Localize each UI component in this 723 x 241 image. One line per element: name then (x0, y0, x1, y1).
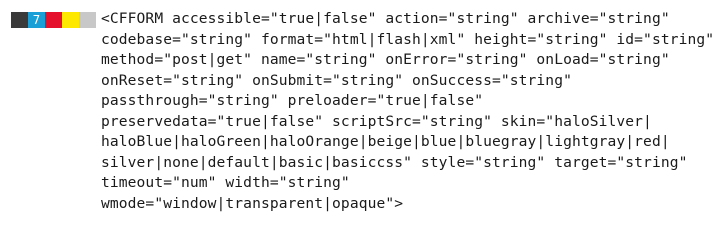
compat-segment-gray (79, 12, 96, 28)
syntax-block: <CFFORM accessible="true|false" action="… (101, 9, 721, 214)
syntax-line: wmode="window|transparent|opaque"> (101, 194, 404, 212)
syntax-line: passthrough="string" preloader="true|fal… (101, 92, 484, 109)
syntax-line: timeout="num" width="string" (101, 174, 350, 191)
syntax-line: method="post|get" name="string" onError=… (101, 51, 670, 68)
compat-segment-version: 7 (28, 12, 45, 28)
version-compatibility-bar: 7 (11, 12, 96, 28)
syntax-line: preservedata="true|false" scriptSrc="str… (101, 112, 652, 130)
syntax-line: haloBlue|haloGreen|haloOrange|beige|blue… (101, 133, 670, 150)
syntax-line: codebase="string" format="html|flash|xml… (101, 30, 715, 48)
compat-segment-dark (11, 12, 28, 28)
compat-segment-red (45, 12, 62, 28)
tag-syntax-entry: 7 <CFFORM accessible="true|false" action… (0, 0, 723, 241)
compat-segment-yellow (62, 12, 79, 28)
syntax-line: <CFFORM accessible="true|false" action="… (101, 10, 670, 27)
syntax-line: silver|none|default|basic|basiccss" styl… (101, 153, 688, 171)
syntax-line: onReset="string" onSubmit="string" onSuc… (101, 71, 572, 89)
